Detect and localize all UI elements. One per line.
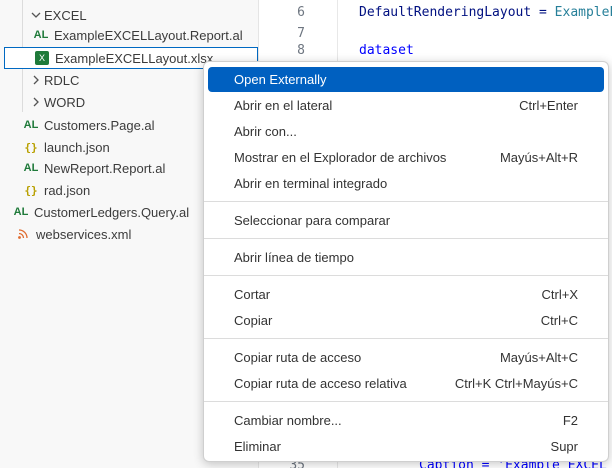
menu-item-label: Abrir con... (234, 124, 297, 139)
file-label: NewReport.Report.al (44, 160, 166, 176)
folder-label: RDLC (44, 72, 80, 88)
menu-item-shortcut: Mayús+Alt+R (499, 150, 578, 165)
folder-label: EXCEL (44, 7, 87, 23)
menu-item-shortcut: F2 (562, 413, 578, 428)
code-token: DefaultRenderingLayout = (359, 5, 555, 20)
al-file-icon: AL (23, 162, 39, 174)
menu-item-rename[interactable]: Cambiar nombre... F2 (208, 408, 604, 433)
code-token: ExampleE (554, 5, 612, 20)
file-label: CustomerLedgers.Query.al (34, 204, 190, 220)
code-line: DefaultRenderingLayout = ExampleE (359, 5, 612, 20)
menu-item-open-timeline[interactable]: Abrir línea de tiempo (208, 245, 604, 270)
menu-item-shortcut: Ctrl+K Ctrl+Mayús+C (454, 376, 578, 391)
al-file-icon: AL (13, 206, 29, 218)
menu-separator (204, 238, 608, 239)
menu-item-shortcut: Ctrl+X (541, 287, 578, 302)
menu-item-delete[interactable]: Eliminar Supr (208, 434, 604, 459)
menu-item-open-in-terminal[interactable]: Abrir en terminal integrado (208, 171, 604, 196)
menu-item-open-with[interactable]: Abrir con... (208, 119, 604, 144)
menu-separator (204, 201, 608, 202)
file-label: ExampleEXCELLayout.xlsx (55, 50, 214, 66)
menu-item-label: Copiar (234, 313, 273, 328)
menu-item-reveal-in-explorer[interactable]: Mostrar en el Explorador de archivos May… (208, 145, 604, 170)
menu-item-open-externally[interactable]: Open Externally (208, 67, 604, 92)
menu-item-label: Copiar ruta de acceso relativa (234, 376, 407, 391)
menu-item-label: Seleccionar para comparar (234, 213, 391, 228)
json-file-icon: {} (24, 140, 38, 154)
menu-separator (204, 338, 608, 339)
file-label: webservices.xml (36, 226, 132, 242)
json-file-icon: {} (24, 183, 38, 197)
chevron-right-icon (28, 75, 44, 85)
menu-item-cut[interactable]: Cortar Ctrl+X (208, 282, 604, 307)
menu-item-label: Eliminar (234, 439, 281, 454)
file-label: ExampleEXCELLayout.Report.al (54, 27, 243, 43)
file-label: rad.json (44, 182, 91, 198)
line-number: 6 (297, 5, 305, 20)
line-number: 7 (297, 26, 305, 41)
menu-item-label: Open Externally (234, 72, 327, 87)
line-number: 8 (297, 43, 305, 58)
file-label: Customers.Page.al (44, 117, 155, 133)
rss-file-icon (14, 229, 32, 239)
menu-separator (204, 401, 608, 402)
excel-file-icon: X (35, 51, 49, 65)
menu-item-shortcut: Mayús+Alt+C (499, 350, 578, 365)
menu-separator (204, 275, 608, 276)
menu-item-copy-path[interactable]: Copiar ruta de acceso Mayús+Alt+C (208, 345, 604, 370)
folder-excel[interactable]: EXCEL (0, 4, 258, 26)
context-menu: Open Externally Abrir en el lateral Ctrl… (203, 61, 609, 462)
folder-label: WORD (44, 94, 86, 110)
menu-item-copy-relative-path[interactable]: Copiar ruta de acceso relativa Ctrl+K Ct… (208, 371, 604, 396)
menu-item-shortcut: Supr (550, 439, 578, 454)
menu-item-open-to-side[interactable]: Abrir en el lateral Ctrl+Enter (208, 93, 604, 118)
chevron-right-icon (28, 97, 44, 107)
menu-item-label: Copiar ruta de acceso (234, 350, 362, 365)
al-file-icon: AL (33, 29, 49, 41)
menu-item-copy[interactable]: Copiar Ctrl+C (208, 308, 604, 333)
menu-item-label: Abrir en el lateral (234, 98, 333, 113)
menu-item-label: Cambiar nombre... (234, 413, 342, 428)
chevron-down-icon (28, 10, 44, 20)
file-example-report-al[interactable]: AL ExampleEXCELLayout.Report.al (0, 24, 258, 46)
menu-item-label: Abrir en terminal integrado (234, 176, 388, 191)
code-line: dataset (359, 43, 414, 58)
menu-item-shortcut: Ctrl+C (540, 313, 578, 328)
menu-item-label: Abrir línea de tiempo (234, 250, 354, 265)
menu-item-shortcut: Ctrl+Enter (519, 98, 578, 113)
menu-item-label: Cortar (234, 287, 271, 302)
menu-item-select-for-compare[interactable]: Seleccionar para comparar (208, 208, 604, 233)
file-label: launch.json (44, 139, 110, 155)
al-file-icon: AL (23, 119, 39, 131)
menu-item-label: Mostrar en el Explorador de archivos (234, 150, 447, 165)
